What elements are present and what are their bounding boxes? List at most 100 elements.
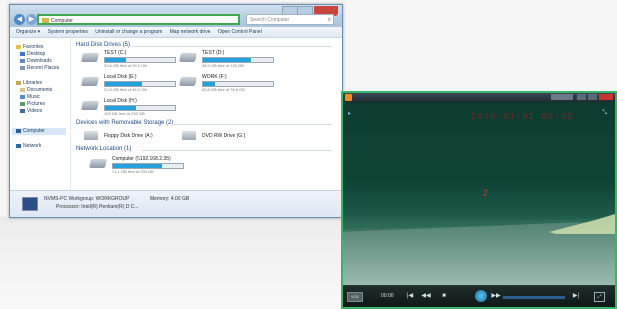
drive-usage-fill [113,164,162,168]
memory-value: 4.00 GB [170,196,190,202]
map-network-drive-button[interactable]: Map network drive [170,29,211,35]
download-icon [20,58,25,63]
nav-label: Computer [23,128,45,134]
network-icon [16,143,21,148]
pc-name: NVMS-PC [44,196,68,202]
content-pane: Hard Disk Drives (5) TEST (C:) 20.6 GB f… [72,38,340,190]
nav-computer[interactable]: Computer [12,128,66,135]
device-item[interactable]: DVD RW Drive (G:) [182,130,272,144]
drive-free-space: 21.6 GB free of 46.2 GB [104,87,147,92]
maximize-button[interactable] [588,94,597,100]
video-corner-marker-icon: ▸ [348,111,352,117]
organize-button[interactable]: Organize ▾ [16,29,40,35]
nav-libraries[interactable]: Libraries [16,80,42,87]
drive-item[interactable]: Local Disk (H:) 129 GB free of 232 GB [81,98,182,120]
nav-documents[interactable]: Documents [20,87,52,94]
address-text: Computer [51,18,73,24]
nav-videos[interactable]: Videos [20,108,42,115]
music-icon [20,94,25,99]
nav-music[interactable]: Music [20,94,40,101]
nav-label: Recent Places [27,65,60,71]
workgroup-label: Workgroup: [68,196,95,202]
drive-name: Local Disk (E:) [104,74,137,80]
search-placeholder: Search Computer [250,17,290,23]
drive-item[interactable]: Local Disk (E:) 21.6 GB free of 46.2 GB [81,74,182,96]
drive-usage-fill [203,82,215,86]
control-panel-button[interactable]: Open Control Panel [218,29,262,35]
processor-value: Intel(R) Pentium(R) D C... [81,204,139,210]
nav-label: Favorites [23,44,44,50]
drive-usage-fill [105,106,136,110]
command-bar: Organize ▾ System properties Uninstall o… [10,27,342,38]
device-item[interactable]: Floppy Disk Drive (A:) [84,130,174,144]
skip-back-button[interactable]: |◀ [405,292,415,301]
skip-forward-button[interactable]: ▶| [571,292,581,301]
minimize-button[interactable] [577,94,586,100]
stop-button[interactable]: ■ [439,292,449,301]
play-button[interactable] [475,290,487,302]
player-controls: VOL 00:00 |◀ ◀◀ ■ ▶▶ ▶| ⤢ [343,285,615,307]
drive-name: TEST (C:) [104,50,127,56]
drive-free-space: 129 GB free of 232 GB [104,111,145,116]
address-bar[interactable]: Computer [37,14,240,25]
fullscreen-button[interactable]: ⤢ [594,292,605,302]
video-display[interactable]: 2010-01-01 00:00 2 ▸ ⤡ [343,102,615,285]
nav-downloads[interactable]: Downloads [20,58,52,65]
nav-label: Pictures [27,101,46,107]
device-name: DVD RW Drive (G:) [202,133,246,139]
uninstall-program-button[interactable]: Uninstall or change a program [95,29,162,35]
progress-bar[interactable] [503,296,565,299]
nav-label: Libraries [23,80,43,86]
drive-item[interactable]: TEST (C:) 20.6 GB free of 29.2 GB [81,50,182,72]
nav-label: Videos [27,108,43,114]
player-title-widget [551,94,573,100]
processor-label: Processor: [56,204,80,210]
computer-icon [42,18,49,23]
close-button[interactable] [599,94,613,100]
network-drive-item[interactable]: Computer (\\192.168.2.35) 71.1 GB free o… [89,156,190,178]
dvd-drive-icon [182,131,196,140]
drive-item[interactable]: TEST (D:) 38.9 GB free of 120 GB [179,50,280,72]
section-removable[interactable]: Devices with Removable Storage (2) [76,120,173,126]
network-drive-icon [89,159,107,168]
forward-arrow-icon[interactable]: ▶ [26,14,37,25]
drive-name: Local Disk (H:) [104,98,137,104]
drive-usage-fill [203,58,251,62]
nav-pictures[interactable]: Pictures [20,101,45,108]
videos-icon [20,108,25,113]
section-hard-disks[interactable]: Hard Disk Drives (5) [76,42,130,48]
drive-name: WORK (F:) [202,74,227,80]
drive-free-space: 20.6 GB free of 29.2 GB [104,63,147,68]
pictures-icon [20,101,25,106]
library-icon [16,80,21,85]
nav-desktop[interactable]: Desktop [20,51,45,58]
nav-network[interactable]: Network [16,143,41,150]
rewind-button[interactable]: ◀◀ [421,292,431,301]
volume-button[interactable]: VOL [347,292,363,302]
drive-item[interactable]: WORK (F:) 63.8 GB free of 76.6 GB [179,74,280,96]
star-icon [16,44,21,49]
nav-label: Music [27,94,41,100]
nav-label: Network [23,143,42,149]
hard-drive-icon [81,77,99,86]
explorer-titlebar: ◀ ▶ Computer Search Computer ⌕ [10,5,342,27]
floppy-drive-icon [84,131,98,140]
fast-forward-button[interactable]: ▶▶ [491,292,501,301]
system-properties-button[interactable]: System properties [48,29,88,35]
workgroup-value: WORKGROUP [95,196,130,202]
details-pane: NVMS-PC Workgroup: WORKGROUP Memory: 4.0… [10,190,342,217]
hard-drive-icon [81,53,99,62]
computer-icon [22,197,38,211]
navigation-pane: Favorites Desktop Downloads Recent Place… [10,38,71,190]
playback-time: 00:00 [381,293,394,299]
nav-recent[interactable]: Recent Places [20,65,59,72]
search-input[interactable]: Search Computer ⌕ [246,14,334,25]
divider [172,124,332,125]
back-arrow-icon[interactable]: ◀ [14,14,25,25]
hard-drive-icon [81,101,99,110]
memory-label: Memory: [150,196,170,202]
section-network-location[interactable]: Network Location (1) [76,146,131,152]
nav-favorites[interactable]: Favorites [16,44,44,51]
device-name: Floppy Disk Drive (A:) [104,133,153,139]
player-app-icon [345,94,352,101]
